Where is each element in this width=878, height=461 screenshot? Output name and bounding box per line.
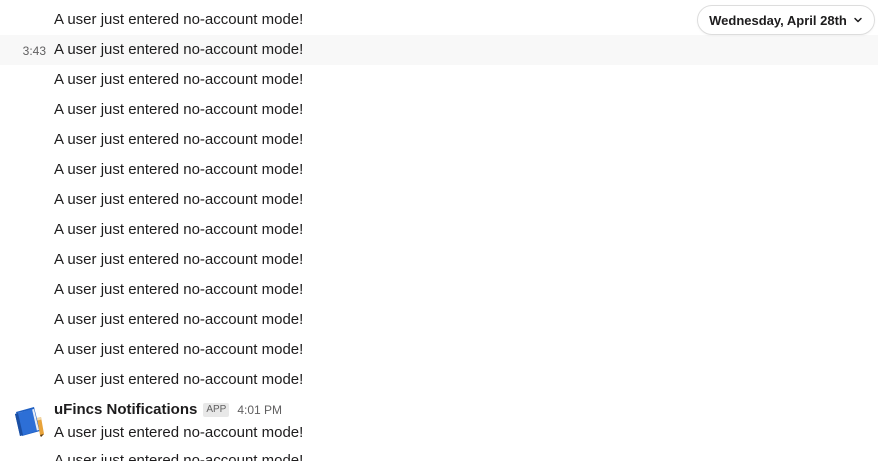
message-text: A user just entered no-account mode! — [54, 281, 304, 298]
message-text: A user just entered no-account mode! — [54, 41, 304, 58]
message-row[interactable]: A user just entered no-account mode! — [0, 335, 878, 365]
message-row[interactable]: A user just entered no-account mode! — [0, 185, 878, 215]
message-text: A user just entered no-account mode! — [54, 131, 304, 148]
message-row[interactable]: A user just entered no-account mode! — [0, 95, 878, 125]
message-text: A user just entered no-account mode! — [54, 341, 304, 358]
message-row[interactable]: A user just entered no-account mode! — [0, 125, 878, 155]
message-group[interactable]: uFincs Notifications APP 4:01 PM A user … — [0, 396, 878, 461]
message-timestamp[interactable]: 4:01 PM — [237, 403, 282, 417]
message-text: A user just entered no-account mode! — [54, 101, 304, 118]
message-row[interactable]: A user just entered no-account mode! — [0, 275, 878, 305]
message-text: A user just entered no-account mode! — [54, 11, 304, 28]
message-text: A user just entered no-account mode! — [54, 311, 304, 328]
message-row[interactable]: A user just entered no-account mode! — [0, 305, 878, 335]
date-divider-label: Wednesday, April 28th — [709, 12, 847, 28]
chevron-down-icon — [854, 17, 862, 23]
message-row[interactable]: A user just entered no-account mode! — [0, 155, 878, 185]
message-row[interactable]: A user just entered no-account mode! — [0, 65, 878, 95]
sender-name[interactable]: uFincs Notifications — [54, 401, 197, 418]
message-text: A user just entered no-account mode! — [54, 71, 304, 88]
message-text: A user just entered no-account mode! — [54, 424, 304, 441]
message-row[interactable]: 3:43 A user just entered no-account mode… — [0, 35, 878, 65]
message-text: A user just entered no-account mode! — [54, 452, 304, 461]
message-text: A user just entered no-account mode! — [54, 251, 304, 268]
date-divider-button[interactable]: Wednesday, April 28th — [697, 5, 875, 35]
sender-line: uFincs Notifications APP 4:01 PM — [54, 401, 282, 418]
notebook-icon[interactable] — [10, 404, 46, 440]
message-time[interactable]: 3:43 — [0, 44, 46, 58]
message-row[interactable]: A user just entered no-account mode! — [0, 365, 878, 395]
app-badge: APP — [203, 402, 230, 417]
message-text: A user just entered no-account mode! — [54, 161, 304, 178]
message-text: A user just entered no-account mode! — [54, 221, 304, 238]
message-feed: A user just entered no-account mode! 3:4… — [0, 0, 878, 461]
message-text: A user just entered no-account mode! — [54, 371, 304, 388]
message-text: A user just entered no-account mode! — [54, 191, 304, 208]
message-row[interactable]: A user just entered no-account mode! — [0, 245, 878, 275]
message-row[interactable]: A user just entered no-account mode! — [0, 215, 878, 245]
